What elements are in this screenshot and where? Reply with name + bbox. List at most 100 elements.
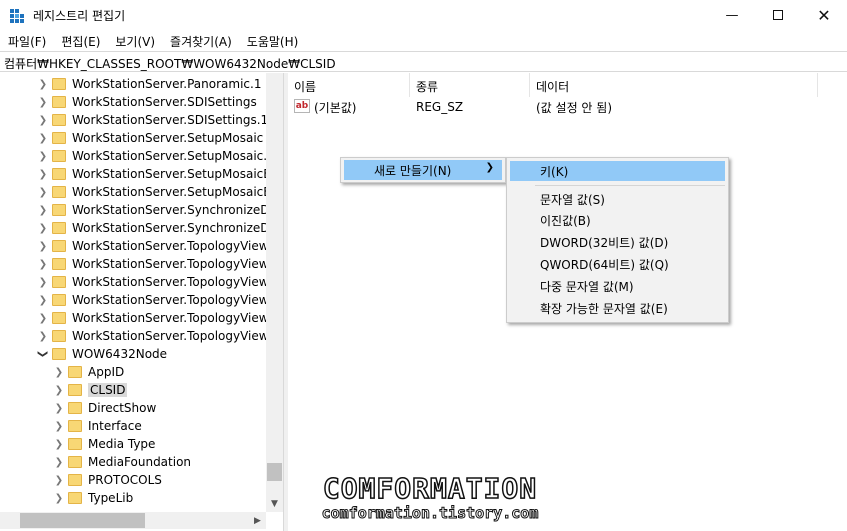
tree-item[interactable]: ❯ WorkStationServer.TopologyViewer\ bbox=[38, 327, 283, 345]
tree-item[interactable]: ❯ WorkStationServer.SDISettings bbox=[38, 93, 257, 111]
watermark-title: COMFORMATION bbox=[322, 472, 538, 505]
folder-icon bbox=[52, 168, 66, 180]
submenu-item-multi-string-value[interactable]: 다중 문자열 값(M) bbox=[510, 276, 725, 296]
chevron-right-icon[interactable]: ❯ bbox=[38, 129, 48, 147]
chevron-right-icon[interactable]: ❯ bbox=[54, 489, 64, 507]
tree-item[interactable]: ❯ WorkStationServer.SDISettings.1 bbox=[38, 111, 268, 129]
tree-item[interactable]: ❯ WorkStationServer.TopologyViewerI bbox=[38, 273, 283, 291]
watermark-url: comformation.tistory.com bbox=[321, 504, 539, 523]
chevron-right-icon[interactable]: ❯ bbox=[38, 75, 48, 93]
chevron-right-icon[interactable]: ❯ bbox=[54, 417, 64, 435]
chevron-right-icon[interactable]: ❯ bbox=[38, 201, 48, 219]
chevron-right-icon[interactable]: ❯ bbox=[38, 327, 48, 345]
tree-item[interactable]: ❯ WorkStationServer.SynchronizeDisp bbox=[38, 201, 283, 219]
folder-icon bbox=[52, 132, 66, 144]
submenu-item-binary-value[interactable]: 이진값(B) bbox=[510, 210, 725, 230]
tree-item[interactable]: ❯ PROTOCOLS bbox=[54, 471, 162, 489]
tree-item[interactable]: ❯ WorkStationServer.SetupMosaic bbox=[38, 129, 263, 147]
folder-icon bbox=[52, 114, 66, 126]
tree-vertical-scrollbar[interactable]: ▼ bbox=[266, 73, 283, 512]
menu-edit[interactable]: 편집(E) bbox=[53, 30, 107, 51]
chevron-right-icon[interactable]: ❯ bbox=[54, 471, 64, 489]
tree-item[interactable]: ❯ DirectShow bbox=[54, 399, 157, 417]
chevron-right-icon[interactable]: ❯ bbox=[38, 273, 48, 291]
tree-item[interactable]: ❯ WorkStationServer.SetupMosaicEx bbox=[38, 165, 278, 183]
chevron-right-icon[interactable]: ❯ bbox=[54, 399, 64, 417]
chevron-right-icon[interactable]: ❯ bbox=[38, 219, 48, 237]
folder-icon bbox=[68, 492, 82, 504]
registry-editor-icon bbox=[10, 9, 24, 23]
folder-icon bbox=[52, 78, 66, 90]
submenu-item-qword-value[interactable]: QWORD(64비트) 값(Q) bbox=[510, 254, 725, 274]
submenu-item-dword-value[interactable]: DWORD(32비트) 값(D) bbox=[510, 232, 725, 252]
folder-icon bbox=[68, 384, 82, 396]
tree-item[interactable]: ❯ WorkStationServer.SetupMosaicEx.1 bbox=[38, 183, 283, 201]
folder-icon bbox=[68, 474, 82, 486]
chevron-right-icon[interactable]: ❯ bbox=[38, 291, 48, 309]
scrollbar-thumb[interactable] bbox=[20, 513, 145, 528]
value-data: (값 설정 안 됨) bbox=[536, 100, 613, 115]
chevron-right-icon[interactable]: ❯ bbox=[38, 309, 48, 327]
menu-file[interactable]: 파일(F) bbox=[0, 30, 53, 51]
menu-item-new[interactable]: 새로 만들기(N) ❯ bbox=[344, 160, 502, 180]
folder-icon bbox=[52, 330, 66, 342]
tree-item[interactable]: ❯ Interface bbox=[54, 417, 142, 435]
tree-item[interactable]: ❯ WorkStationServer.TopologyViewerI bbox=[38, 291, 283, 309]
submenu-arrow-icon: ❯ bbox=[485, 162, 494, 173]
tree-pane: ❯ WorkStationServer.Panoramic.1 ❯ WorkStat… bbox=[0, 73, 283, 531]
submenu-item-key[interactable]: 키(K) bbox=[510, 161, 725, 181]
tree-item[interactable]: ❯ WorkStationServer.SynchronizeDisp bbox=[38, 219, 283, 237]
menu-favorites[interactable]: 즐겨찾기(A) bbox=[162, 30, 239, 51]
menu-help[interactable]: 도움말(H) bbox=[239, 30, 306, 51]
chevron-right-icon[interactable]: ❯ bbox=[54, 381, 64, 399]
chevron-right-icon[interactable]: ❯ bbox=[38, 165, 48, 183]
window-title: 레지스트리 편집기 bbox=[33, 9, 126, 23]
tree-item-clsid[interactable]: ❯ CLSID bbox=[54, 381, 128, 399]
column-header-name[interactable]: 이름 bbox=[288, 73, 410, 97]
column-header-type[interactable]: 종류 bbox=[410, 73, 530, 97]
submenu-item-string-value[interactable]: 문자열 값(S) bbox=[510, 189, 725, 209]
menu-bar: 파일(F) 편집(E) 보기(V) 즐겨찾기(A) 도움말(H) bbox=[0, 30, 847, 51]
chevron-right-icon[interactable]: ❯ bbox=[38, 255, 48, 273]
chevron-right-icon[interactable]: ❯ bbox=[38, 237, 48, 255]
chevron-right-icon[interactable]: ❯ bbox=[54, 453, 64, 471]
chevron-right-icon[interactable]: ❯ bbox=[38, 111, 48, 129]
close-button[interactable]: ✕ bbox=[801, 0, 847, 30]
chevron-right-icon[interactable]: ❯ bbox=[54, 363, 64, 381]
minimize-icon: — bbox=[725, 7, 739, 23]
tree-item[interactable]: ❯ WorkStationServer.TopologyViewer. bbox=[38, 255, 283, 273]
chevron-right-icon[interactable]: ❯ bbox=[54, 435, 64, 453]
folder-icon bbox=[52, 294, 66, 306]
tree-horizontal-scrollbar[interactable]: ▶ bbox=[0, 512, 266, 529]
tree-item[interactable]: ❯ WorkStationServer.TopologyViewer\ bbox=[38, 309, 283, 327]
chevron-right-icon[interactable]: ❯ bbox=[38, 147, 48, 165]
tree-item[interactable]: ❯ Media Type bbox=[54, 435, 156, 453]
submenu-item-expandable-string-value[interactable]: 확장 가능한 문자열 값(E) bbox=[510, 298, 725, 318]
column-header-data[interactable]: 데이터 bbox=[530, 73, 818, 97]
menu-view[interactable]: 보기(V) bbox=[107, 30, 162, 51]
folder-icon bbox=[68, 420, 82, 432]
folder-icon bbox=[68, 438, 82, 450]
new-submenu: 키(K) 문자열 값(S) 이진값(B) DWORD(32비트) 값(D) QW… bbox=[506, 157, 729, 323]
menu-separator bbox=[535, 185, 725, 186]
folder-icon bbox=[52, 276, 66, 288]
scroll-right-icon[interactable]: ▶ bbox=[249, 512, 266, 529]
tree-item[interactable]: ❯ TypeLib bbox=[54, 489, 133, 507]
tree-item[interactable]: ❯ WorkStationServer.Panoramic.1 bbox=[38, 75, 262, 93]
tree-item[interactable]: ❯ AppID bbox=[54, 363, 124, 381]
address-bar[interactable]: 컴퓨터₩HKEY_CLASSES_ROOT₩WOW6432Node₩CLSID bbox=[0, 51, 847, 72]
context-menu: 새로 만들기(N) ❯ bbox=[340, 157, 506, 183]
value-name[interactable]: (기본값) bbox=[314, 98, 356, 116]
tree-item[interactable]: ❯ WorkStationServer.SetupMosaic.1 bbox=[38, 147, 275, 165]
tree-item[interactable]: ❯ MediaFoundation bbox=[54, 453, 191, 471]
folder-icon bbox=[52, 96, 66, 108]
chevron-right-icon[interactable]: ❯ bbox=[38, 93, 48, 111]
tree-item[interactable]: ❯ WorkStationServer.TopologyViewer bbox=[38, 237, 281, 255]
folder-icon bbox=[68, 366, 82, 378]
minimize-button[interactable]: — bbox=[709, 0, 755, 30]
chevron-down-icon[interactable]: ❯ bbox=[34, 349, 52, 359]
chevron-right-icon[interactable]: ❯ bbox=[38, 183, 48, 201]
maximize-button[interactable] bbox=[755, 0, 801, 30]
tree-item-wow6432node[interactable]: ❯ WOW6432Node bbox=[38, 345, 168, 363]
title-bar: 레지스트리 편집기 — ✕ bbox=[0, 0, 847, 30]
